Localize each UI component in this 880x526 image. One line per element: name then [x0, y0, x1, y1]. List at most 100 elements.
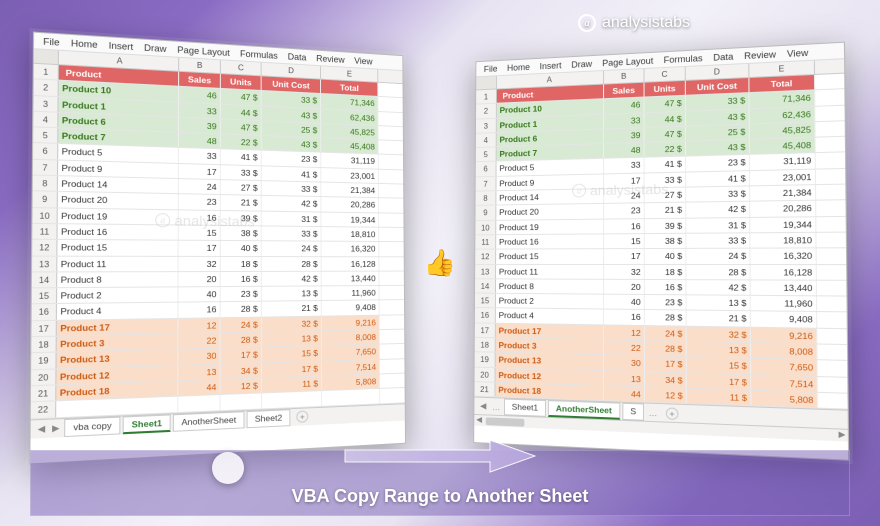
cell[interactable]: 43 $: [262, 136, 322, 152]
cell[interactable]: 16: [179, 210, 221, 225]
row-header[interactable]: 2: [34, 80, 59, 96]
row-header[interactable]: 21: [474, 382, 495, 397]
cell[interactable]: 22 $: [221, 135, 262, 151]
cell[interactable]: 11,960: [322, 286, 380, 300]
ribbon-tab-page-layout[interactable]: Page Layout: [177, 45, 230, 58]
select-all-corner[interactable]: [476, 76, 497, 89]
cell[interactable]: 62,436: [750, 106, 816, 123]
cell[interactable]: 12 $: [221, 378, 262, 394]
cell[interactable]: 16: [604, 310, 645, 325]
cell[interactable]: 32 $: [262, 316, 322, 331]
cell[interactable]: 23 $: [262, 151, 322, 167]
cell[interactable]: Product 15: [57, 240, 178, 255]
cell[interactable]: 45,825: [750, 122, 816, 139]
cell[interactable]: 42 $: [262, 272, 322, 286]
tab-nav-prev[interactable]: ◀: [478, 401, 488, 412]
cell[interactable]: 19,344: [750, 217, 816, 232]
cell[interactable]: 31 $: [262, 211, 322, 226]
ribbon-tab-formulas[interactable]: Formulas: [664, 53, 703, 65]
ribbon-tab-draw[interactable]: Draw: [144, 43, 167, 54]
cell[interactable]: 28 $: [221, 302, 262, 317]
cell[interactable]: 9,216: [751, 327, 818, 343]
row-header[interactable]: 5: [476, 147, 497, 161]
cell[interactable]: 15: [179, 225, 221, 240]
cell[interactable]: 71,346: [321, 94, 378, 110]
tab-nav-next[interactable]: ▶: [50, 422, 62, 434]
cell[interactable]: 33 $: [686, 233, 750, 248]
cell[interactable]: 41 $: [686, 171, 750, 187]
cell[interactable]: 31,119: [750, 154, 816, 170]
cell[interactable]: 46: [604, 98, 645, 114]
cell[interactable]: 23,001: [750, 169, 816, 185]
row-header[interactable]: 1: [34, 64, 59, 80]
cell[interactable]: 38 $: [645, 234, 687, 249]
cell[interactable]: Product 9: [58, 160, 179, 178]
row-header[interactable]: 14: [32, 272, 57, 287]
cell[interactable]: 34 $: [221, 363, 262, 379]
cell[interactable]: 15 $: [687, 358, 751, 374]
cell[interactable]: 40: [604, 295, 645, 310]
cell[interactable]: 62,436: [321, 109, 378, 125]
cell[interactable]: 41 $: [262, 166, 322, 182]
ribbon-tab-insert[interactable]: Insert: [109, 40, 134, 52]
row-header[interactable]: 10: [32, 208, 57, 223]
row-header[interactable]: 17: [31, 321, 56, 337]
cell[interactable]: 40 $: [645, 249, 687, 263]
cell[interactable]: 47 $: [645, 96, 686, 112]
cell[interactable]: 17: [604, 249, 645, 263]
cell[interactable]: 33: [604, 113, 645, 128]
cell[interactable]: 19,344: [321, 212, 379, 226]
cell[interactable]: 17 $: [221, 348, 262, 363]
cell[interactable]: 33 $: [686, 186, 750, 202]
cell[interactable]: [178, 395, 220, 411]
cell[interactable]: 13,440: [751, 280, 817, 295]
row-header[interactable]: 15: [32, 288, 57, 303]
cell[interactable]: 41 $: [645, 157, 686, 172]
cell[interactable]: 16,128: [751, 265, 817, 280]
cell[interactable]: 17 $: [687, 373, 752, 390]
sheet-tab-vba-copy[interactable]: vba copy: [64, 416, 120, 437]
cell[interactable]: 18,810: [750, 233, 816, 248]
row-header[interactable]: 4: [33, 112, 58, 128]
row-header[interactable]: 18: [31, 337, 56, 353]
cell[interactable]: 8,008: [751, 343, 818, 359]
cell[interactable]: 12 $: [645, 387, 687, 403]
cell[interactable]: 47 $: [221, 119, 262, 135]
col-header-C[interactable]: C: [221, 60, 262, 75]
cell[interactable]: 13 $: [687, 342, 751, 358]
cell[interactable]: 17: [179, 164, 221, 179]
cell[interactable]: 7,650: [322, 345, 380, 360]
row-header[interactable]: 10: [475, 220, 496, 234]
ribbon-tab-review[interactable]: Review: [744, 49, 776, 61]
cell[interactable]: 31 $: [686, 218, 750, 233]
sheet-tab-sheet1[interactable]: Sheet1: [123, 414, 171, 434]
cell[interactable]: 39 $: [645, 218, 687, 233]
cell[interactable]: 15: [604, 234, 645, 248]
row-header[interactable]: 16: [32, 304, 57, 319]
row-header[interactable]: 2: [476, 104, 497, 118]
cell[interactable]: 41 $: [221, 150, 262, 165]
cell[interactable]: 28 $: [645, 341, 687, 356]
cell[interactable]: 30: [604, 356, 645, 371]
tab-nav-prev[interactable]: ◀: [35, 422, 47, 434]
cell[interactable]: 16,320: [322, 242, 380, 256]
cell[interactable]: 28 $: [645, 310, 687, 325]
cell[interactable]: 8,008: [322, 330, 380, 345]
row-header[interactable]: 9: [33, 192, 58, 207]
cell[interactable]: 24: [179, 179, 221, 194]
cell[interactable]: 21,384: [321, 183, 379, 198]
cell[interactable]: 44 $: [645, 111, 686, 127]
cell[interactable]: 47 $: [221, 89, 262, 105]
cell[interactable]: 21 $: [687, 311, 751, 326]
ribbon-tab-data[interactable]: Data: [713, 52, 733, 63]
cell[interactable]: 33 $: [262, 181, 322, 196]
sheet-tab-s[interactable]: S: [622, 403, 644, 421]
cell[interactable]: 25 $: [262, 121, 322, 137]
col-header-B[interactable]: B: [179, 58, 221, 73]
ribbon-tab-file[interactable]: File: [43, 36, 60, 47]
row-header[interactable]: 19: [475, 353, 496, 367]
cell[interactable]: 20,286: [750, 201, 816, 217]
cell[interactable]: 27 $: [645, 188, 687, 203]
cell[interactable]: 24 $: [262, 241, 322, 255]
ribbon-tab-file[interactable]: File: [484, 64, 498, 74]
